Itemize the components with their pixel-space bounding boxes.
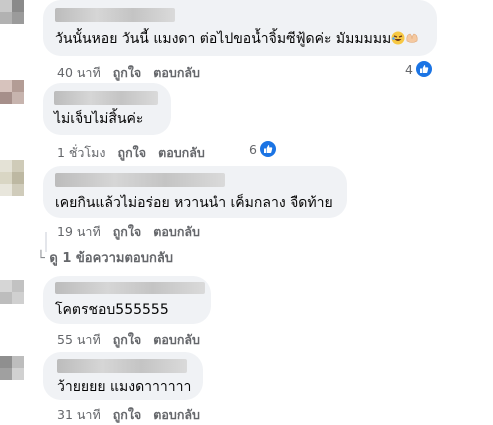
like-button[interactable]: ถูกใจ — [113, 407, 142, 422]
reaction-count: 6 — [249, 141, 257, 157]
avatar[interactable] — [0, 160, 24, 200]
comment-bubble: โคตรชอบ555555 — [43, 276, 211, 324]
reply-arrow-icon: └ — [37, 251, 45, 266]
comment-text: โคตรชอบ555555 — [55, 302, 169, 318]
comment-bubble: เคยกินแล้วไม่อร่อย หวานนำ เค็มกลาง จืดท้… — [43, 166, 347, 218]
like-icon — [259, 141, 276, 157]
reply-button[interactable]: ตอบกลับ — [158, 145, 205, 160]
like-icon — [415, 61, 432, 77]
comment-text: วันนั้นหอย วันนี้ แมงดา ต่อไปขอน้ำจิ้มซี… — [55, 30, 419, 48]
commenter-name[interactable] — [55, 173, 225, 187]
reaction-count: 4 — [405, 61, 413, 77]
comment-meta: 19 นาที ถูกใจ ตอบกลับ — [57, 222, 212, 242]
comment-meta: 40 นาที ถูกใจ ตอบกลับ — [57, 63, 212, 83]
comment-text: เคยกินแล้วไม่อร่อย หวานนำ เค็มกลาง จืดท้… — [55, 195, 333, 211]
comment-text: ว้ายยยย แมงดาาาาาา — [57, 379, 192, 395]
comment-meta: 1 ชั่วโมง ถูกใจ ตอบกลับ — [57, 143, 217, 163]
commenter-name[interactable] — [55, 8, 175, 22]
comment-time[interactable]: 19 นาที — [57, 224, 101, 239]
reply-button[interactable]: ตอบกลับ — [153, 65, 200, 80]
reply-button[interactable]: ตอบกลับ — [153, 224, 200, 239]
comment-bubble: วันนั้นหอย วันนี้ แมงดา ต่อไปขอน้ำจิ้มซี… — [43, 0, 437, 56]
comment-time[interactable]: 31 นาที — [57, 407, 101, 422]
comment-text: ไม่เจ็บไม่สิ้นค่ะ — [54, 111, 144, 127]
avatar[interactable] — [0, 0, 24, 40]
comment-bubble: ไม่เจ็บไม่สิ้นค่ะ — [43, 83, 171, 135]
avatar[interactable] — [0, 280, 24, 320]
commenter-name[interactable] — [54, 91, 158, 105]
like-button[interactable]: ถูกใจ — [113, 65, 142, 80]
reaction-summary[interactable]: 4 — [405, 61, 432, 77]
comment-time[interactable]: 1 ชั่วโมง — [57, 145, 106, 160]
comment-meta: 31 นาที ถูกใจ ตอบกลับ — [57, 405, 212, 425]
commenter-name[interactable] — [55, 282, 205, 294]
commenter-name[interactable] — [57, 359, 187, 373]
like-button[interactable]: ถูกใจ — [118, 145, 147, 160]
rolling-laughing-emoji — [391, 31, 405, 45]
comment-time[interactable]: 40 นาที — [57, 65, 101, 80]
heart-hands-emoji — [405, 31, 419, 45]
comment-bubble: ว้ายยยย แมงดาาาาาา — [43, 352, 203, 400]
reply-button[interactable]: ตอบกลับ — [153, 332, 200, 347]
comment-meta: 55 นาที ถูกใจ ตอบกลับ — [57, 330, 212, 350]
reply-button[interactable]: ตอบกลับ — [153, 407, 200, 422]
comment-time[interactable]: 55 นาที — [57, 332, 101, 347]
view-replies-link[interactable]: └ ดู 1 ข้อความตอบกลับ — [37, 247, 173, 268]
like-button[interactable]: ถูกใจ — [113, 332, 142, 347]
like-button[interactable]: ถูกใจ — [113, 224, 142, 239]
avatar[interactable] — [0, 356, 24, 396]
avatar[interactable] — [0, 80, 24, 120]
reaction-summary[interactable]: 6 — [249, 141, 276, 157]
